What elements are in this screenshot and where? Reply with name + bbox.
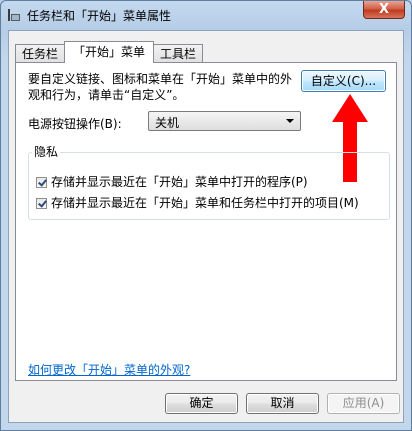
store-recent-items-option[interactable]: 存储并显示最近在「开始」菜单和任务栏中打开的项目(M) [36, 194, 359, 211]
store-recent-programs-label: 存储并显示最近在「开始」菜单中打开的程序(P) [51, 175, 308, 189]
store-recent-items-label: 存储并显示最近在「开始」菜单和任务栏中打开的项目(M) [51, 196, 359, 210]
store-recent-programs-checkbox[interactable] [36, 177, 47, 188]
tab-start-menu[interactable]: 「开始」菜单 [64, 41, 155, 63]
help-link[interactable]: 如何更改「开始」菜单的外观? [28, 361, 190, 378]
ok-button[interactable]: 确定 [165, 393, 238, 414]
customize-button[interactable]: 自定义(C)... [301, 70, 386, 92]
cancel-button[interactable]: 取消 [246, 393, 319, 414]
tab-taskbar[interactable]: 任务栏 [15, 44, 66, 62]
customize-description: 要自定义链接、图标和菜单在「开始」菜单中的外观和行为，请单击“自定义”。 [28, 72, 293, 102]
properties-window: 任务栏和「开始」菜单属性 X 任务栏 「开始」菜单 工具栏 要自定义链接、图标和… [0, 0, 412, 431]
close-button[interactable]: X [363, 1, 405, 19]
chevron-down-icon [286, 119, 294, 123]
taskbar-icon [8, 9, 20, 21]
apply-button[interactable]: 应用(A) [327, 393, 400, 414]
power-button-value: 关机 [155, 116, 180, 130]
privacy-legend: 隐私 [32, 143, 61, 160]
start-menu-tab-panel: 要自定义链接、图标和菜单在「开始」菜单中的外观和行为，请单击“自定义”。 自定义… [15, 62, 397, 381]
tab-strip: 任务栏 「开始」菜单 工具栏 [15, 41, 204, 63]
title-bar[interactable]: 任务栏和「开始」菜单属性 X [1, 1, 411, 29]
dialog-client-area: 任务栏 「开始」菜单 工具栏 要自定义链接、图标和菜单在「开始」菜单中的外观和行… [8, 30, 404, 423]
store-recent-items-checkbox[interactable] [36, 198, 47, 209]
store-recent-programs-option[interactable]: 存储并显示最近在「开始」菜单中打开的程序(P) [36, 173, 308, 190]
power-button-select[interactable]: 关机 [148, 111, 301, 131]
window-title: 任务栏和「开始」菜单属性 [27, 9, 172, 23]
tab-toolbars[interactable]: 工具栏 [153, 44, 204, 62]
power-button-label: 电源按钮操作(B): [28, 117, 122, 131]
